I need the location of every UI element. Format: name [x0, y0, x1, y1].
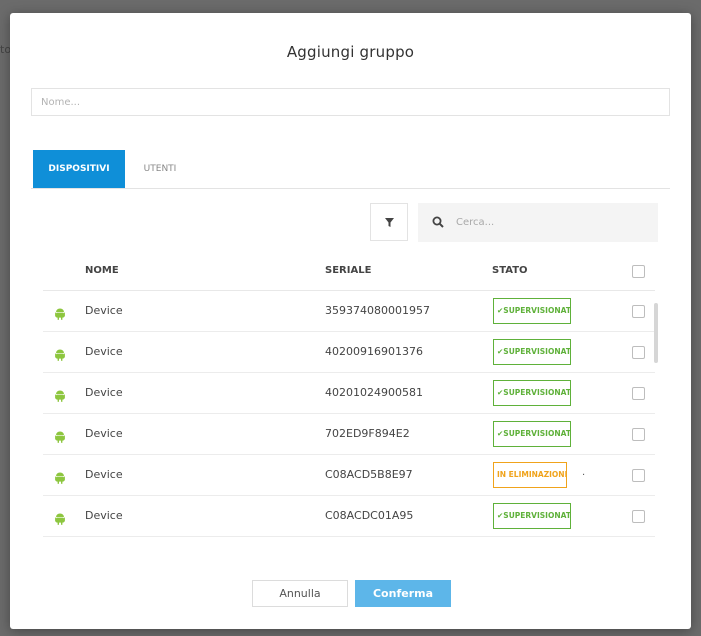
status-text: SUPERVISIONAT...: [503, 347, 571, 356]
device-name: Device: [85, 509, 123, 522]
device-table-body: Device 359374080001957 ✔SUPERVISIONAT...…: [43, 291, 655, 537]
dialog-title: Aggiungi gruppo: [286, 43, 415, 61]
group-name-input[interactable]: [31, 88, 670, 116]
status-badge: IN ELIMINAZIONE...: [493, 462, 567, 488]
row-checkbox[interactable]: [632, 469, 645, 482]
device-name: Device: [85, 304, 123, 317]
filter-button[interactable]: [370, 203, 408, 241]
row-checkbox[interactable]: [632, 346, 645, 359]
cancel-button[interactable]: Annulla: [252, 580, 348, 607]
android-icon: [55, 387, 65, 406]
background-page-fragment: to: [0, 43, 12, 56]
tab-bar: DISPOSITIVI UTENTI: [31, 150, 670, 189]
status-badge: ✔SUPERVISIONAT...: [493, 298, 571, 324]
row-checkbox[interactable]: [632, 387, 645, 400]
status-badge: ✔SUPERVISIONAT...: [493, 503, 571, 529]
android-icon: [55, 510, 65, 529]
table-header: NOME SERIALE STATO: [43, 253, 655, 291]
search-box: [418, 203, 658, 242]
tab-devices[interactable]: DISPOSITIVI: [33, 150, 125, 188]
row-extra-mark: .: [582, 467, 586, 478]
status-text: SUPERVISIONAT...: [503, 388, 571, 397]
tab-users[interactable]: UTENTI: [125, 150, 195, 188]
table-row[interactable]: Device 702ED9F894E2 ✔SUPERVISIONAT...: [43, 414, 655, 455]
add-group-dialog: Aggiungi gruppo DISPOSITIVI UTENTI NOME …: [10, 13, 691, 629]
column-header-status: STATO: [492, 265, 528, 276]
device-serial: 40201024900581: [325, 386, 423, 399]
android-icon: [55, 346, 65, 365]
device-name: Device: [85, 468, 123, 481]
device-serial: 702ED9F894E2: [325, 427, 410, 440]
status-badge: ✔SUPERVISIONAT...: [493, 421, 571, 447]
table-row[interactable]: Device 40201024900581 ✔SUPERVISIONAT...: [43, 373, 655, 414]
confirm-button[interactable]: Conferma: [355, 580, 451, 607]
status-text: SUPERVISIONAT...: [503, 306, 571, 315]
device-name: Device: [85, 386, 123, 399]
status-text: SUPERVISIONAT...: [503, 429, 571, 438]
table-scrollbar[interactable]: [654, 303, 658, 363]
row-checkbox[interactable]: [632, 305, 645, 318]
table-row[interactable]: Device C08ACD5B8E97 IN ELIMINAZIONE... .: [43, 455, 655, 496]
column-header-serial: SERIALE: [325, 265, 372, 276]
table-row[interactable]: Device 359374080001957 ✔SUPERVISIONAT...: [43, 291, 655, 332]
device-name: Device: [85, 345, 123, 358]
device-name: Device: [85, 427, 123, 440]
device-serial: 359374080001957: [325, 304, 430, 317]
device-serial: C08ACDC01A95: [325, 509, 414, 522]
android-icon: [55, 305, 65, 324]
table-row[interactable]: Device 40200916901376 ✔SUPERVISIONAT...: [43, 332, 655, 373]
android-icon: [55, 428, 65, 447]
row-checkbox[interactable]: [632, 510, 645, 523]
android-icon: [55, 469, 65, 488]
device-serial: 40200916901376: [325, 345, 423, 358]
column-header-name: NOME: [85, 265, 119, 276]
device-serial: C08ACD5B8E97: [325, 468, 413, 481]
status-badge: ✔SUPERVISIONAT...: [493, 380, 571, 406]
row-checkbox[interactable]: [632, 428, 645, 441]
table-row[interactable]: Device C08ACDC01A95 ✔SUPERVISIONAT...: [43, 496, 655, 537]
filter-icon: [384, 217, 394, 227]
search-input[interactable]: [456, 203, 651, 242]
status-badge: ✔SUPERVISIONAT...: [493, 339, 571, 365]
select-all-checkbox[interactable]: [632, 265, 645, 278]
search-icon: [432, 216, 444, 228]
status-text: SUPERVISIONAT...: [503, 511, 571, 520]
